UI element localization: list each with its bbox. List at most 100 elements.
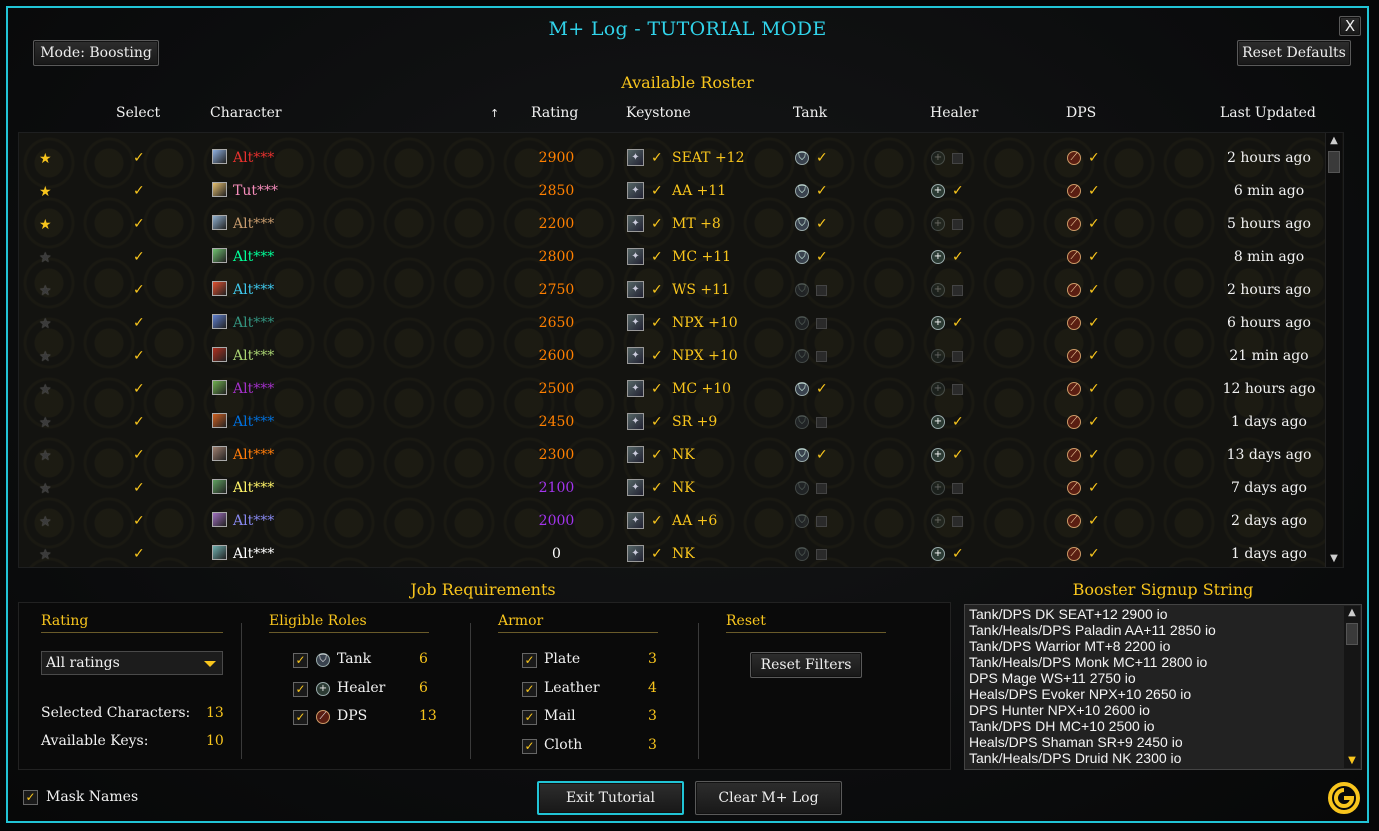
check-icon[interactable]: ✓: [952, 414, 964, 430]
roster-scrollbar[interactable]: ▲ ▼: [1325, 133, 1342, 567]
column-header-last-updated[interactable]: Last Updated: [1220, 105, 1316, 121]
reset-filters-button[interactable]: Reset Filters: [750, 652, 862, 678]
check-icon[interactable]: ✓: [952, 183, 964, 199]
role-checkbox[interactable]: [816, 285, 827, 296]
dropdown-arrow-icon[interactable]: [204, 661, 216, 667]
table-row[interactable]: ★ ✓ Alt*** 2650 ✦ ✓ NPX +10 ⛉ + ✓ ⟋ ✓ 6 hours ago: [19, 307, 1343, 340]
check-icon[interactable]: ✓: [1088, 282, 1100, 298]
table-row[interactable]: ★ ✓ Alt*** 2300 ✦ ✓ NK ⛉ ✓ + ✓ ⟋ ✓ 13 days ago: [19, 439, 1343, 472]
check-icon[interactable]: ✓: [1088, 414, 1100, 430]
check-icon[interactable]: ✓: [952, 447, 964, 463]
scroll-down-icon[interactable]: ▼: [1346, 755, 1358, 767]
sort-arrow-icon[interactable]: ↑: [490, 107, 499, 120]
table-row[interactable]: ★ ✓ Alt*** 2200 ✦ ✓ MT +8 ⛉ ✓ + ⟋ ✓ 5 hours ago: [19, 208, 1343, 241]
check-icon[interactable]: ✓: [952, 546, 964, 562]
scroll-up-icon[interactable]: ▲: [1346, 607, 1358, 619]
table-row[interactable]: ★ ✓ Alt*** 2100 ✦ ✓ NK ⛉ + ⟋ ✓ 7 days ago: [19, 472, 1343, 505]
role-filter-checkbox[interactable]: ✓: [293, 681, 308, 697]
star-icon[interactable]: ★: [39, 349, 52, 365]
role-checkbox[interactable]: [952, 384, 963, 395]
armor-filter-checkbox[interactable]: ✓: [522, 681, 537, 697]
role-filter-checkbox[interactable]: ✓: [293, 710, 308, 725]
check-icon[interactable]: ✓: [816, 447, 828, 463]
scroll-thumb[interactable]: [1346, 623, 1358, 645]
table-row[interactable]: ★ ✓ Alt*** 2450 ✦ ✓ SR +9 ⛉ + ✓ ⟋ ✓ 1 days ago: [19, 406, 1343, 439]
armor-filter-checkbox[interactable]: ✓: [522, 738, 537, 754]
role-checkbox[interactable]: [816, 417, 827, 428]
booster-scrollbar[interactable]: ▲ ▼: [1344, 606, 1360, 768]
table-row[interactable]: ★ ✓ Alt*** 2900 ✦ ✓ SEAT +12 ⛉ ✓ + ⟋ ✓ 2 hours ago: [19, 142, 1343, 175]
role-checkbox[interactable]: [952, 285, 963, 296]
table-row[interactable]: ★ ✓ Alt*** 2800 ✦ ✓ MC +11 ⛉ ✓ + ✓ ⟋ ✓ 8 min ago: [19, 241, 1343, 274]
role-checkbox[interactable]: [952, 153, 963, 164]
check-icon[interactable]: ✓: [133, 249, 145, 265]
scroll-down-icon[interactable]: ▼: [1328, 553, 1340, 565]
exit-tutorial-button[interactable]: Exit Tutorial: [537, 781, 684, 815]
column-header-tank[interactable]: Tank: [793, 105, 827, 121]
column-header-keystone[interactable]: Keystone: [626, 105, 691, 121]
star-icon[interactable]: ★: [39, 415, 52, 431]
star-icon[interactable]: ★: [39, 283, 52, 299]
mode-button[interactable]: Mode: Boosting: [33, 40, 159, 66]
star-icon[interactable]: ★: [39, 448, 52, 464]
check-icon[interactable]: ✓: [133, 513, 145, 529]
scroll-up-icon[interactable]: ▲: [1328, 135, 1340, 147]
star-icon[interactable]: ★: [39, 547, 52, 563]
check-icon[interactable]: ✓: [816, 216, 828, 232]
role-checkbox[interactable]: [816, 549, 827, 560]
check-icon[interactable]: ✓: [133, 381, 145, 397]
check-icon[interactable]: ✓: [133, 150, 145, 166]
star-icon[interactable]: ★: [39, 481, 52, 497]
check-icon[interactable]: ✓: [1088, 480, 1100, 496]
star-icon[interactable]: ★: [39, 184, 52, 200]
column-header-rating[interactable]: Rating: [531, 105, 578, 121]
check-icon[interactable]: ✓: [952, 315, 964, 331]
table-row[interactable]: ★ ✓ Alt*** 0 ✦ ✓ NK ⛉ + ✓ ⟋ ✓ 1 days ago: [19, 538, 1343, 571]
check-icon[interactable]: ✓: [816, 150, 828, 166]
star-icon[interactable]: ★: [39, 382, 52, 398]
check-icon[interactable]: ✓: [133, 414, 145, 430]
rating-dropdown[interactable]: All ratings: [41, 651, 223, 675]
table-row[interactable]: ★ ✓ Alt*** 2000 ✦ ✓ AA +6 ⛉ + ⟋ ✓ 2 days ago: [19, 505, 1343, 538]
scroll-thumb[interactable]: [1328, 151, 1340, 173]
clear-log-button[interactable]: Clear M+ Log: [695, 781, 842, 815]
role-checkbox[interactable]: [816, 318, 827, 329]
check-icon[interactable]: ✓: [133, 348, 145, 364]
check-icon[interactable]: ✓: [133, 447, 145, 463]
check-icon[interactable]: ✓: [952, 249, 964, 265]
armor-filter-checkbox[interactable]: ✓: [522, 653, 537, 668]
role-filter-checkbox[interactable]: ✓: [293, 653, 308, 668]
column-header-healer[interactable]: Healer: [930, 105, 978, 121]
check-icon[interactable]: ✓: [1088, 447, 1100, 463]
armor-filter-checkbox[interactable]: ✓: [522, 710, 537, 725]
check-icon[interactable]: ✓: [1088, 249, 1100, 265]
check-icon[interactable]: ✓: [133, 480, 145, 496]
check-icon[interactable]: ✓: [1088, 513, 1100, 529]
booster-signup-box[interactable]: Tank/DPS DK SEAT+12 2900 io Tank/Heals/DP…: [964, 604, 1362, 770]
check-icon[interactable]: ✓: [133, 183, 145, 199]
role-checkbox[interactable]: [816, 483, 827, 494]
mask-names-checkbox[interactable]: ✓: [23, 790, 38, 805]
table-row[interactable]: ★ ✓ Alt*** 2750 ✦ ✓ WS +11 ⛉ + ⟋ ✓ 2 hours ago: [19, 274, 1343, 307]
check-icon[interactable]: ✓: [1088, 546, 1100, 562]
check-icon[interactable]: ✓: [816, 183, 828, 199]
role-checkbox[interactable]: [952, 351, 963, 362]
check-icon[interactable]: ✓: [133, 216, 145, 232]
check-icon[interactable]: ✓: [816, 249, 828, 265]
close-button[interactable]: X: [1339, 16, 1361, 36]
check-icon[interactable]: ✓: [133, 315, 145, 331]
star-icon[interactable]: ★: [39, 316, 52, 332]
column-header-character[interactable]: Character: [210, 105, 282, 121]
star-icon[interactable]: ★: [39, 250, 52, 266]
role-checkbox[interactable]: [952, 516, 963, 527]
star-icon[interactable]: ★: [39, 514, 52, 530]
table-row[interactable]: ★ ✓ Tut*** 2850 ✦ ✓ AA +11 ⛉ ✓ + ✓ ⟋ ✓ 6 min ago: [19, 175, 1343, 208]
reset-defaults-button[interactable]: Reset Defaults: [1237, 40, 1351, 66]
role-checkbox[interactable]: [816, 516, 827, 527]
role-checkbox[interactable]: [816, 351, 827, 362]
star-icon[interactable]: ★: [39, 217, 52, 233]
star-icon[interactable]: ★: [39, 151, 52, 167]
column-header-dps[interactable]: DPS: [1066, 105, 1096, 121]
check-icon[interactable]: ✓: [1088, 216, 1100, 232]
column-header-select[interactable]: Select: [116, 105, 160, 121]
